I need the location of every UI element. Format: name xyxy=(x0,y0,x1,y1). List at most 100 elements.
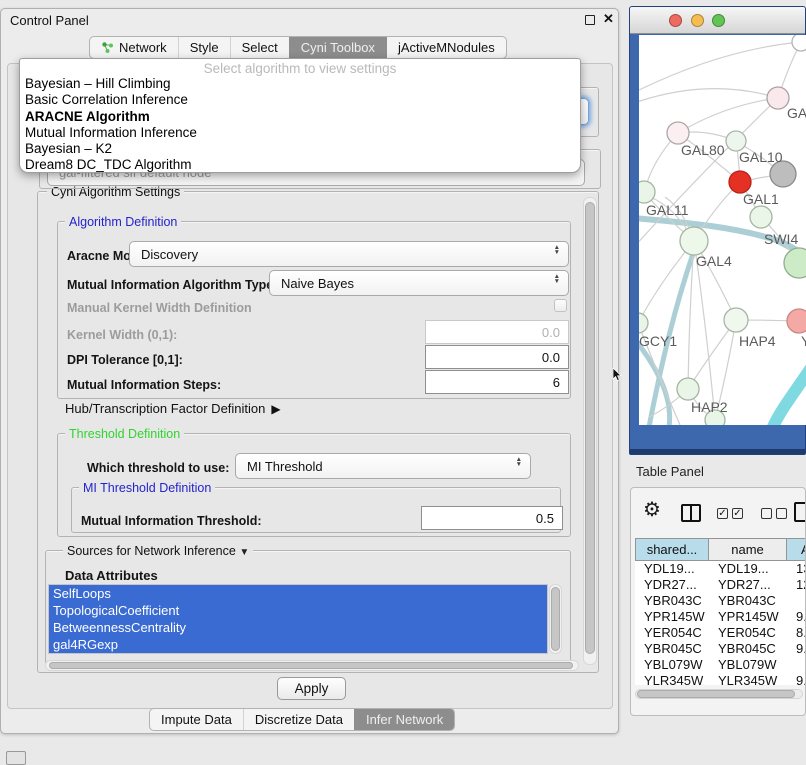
minimize-traffic-light[interactable] xyxy=(691,14,704,27)
table-row[interactable]: YDR27...YDR27...12 xyxy=(635,577,805,593)
tab-discretize-data[interactable]: Discretize Data xyxy=(243,709,354,730)
table-row[interactable]: YBR045CYBR045C9. xyxy=(635,641,805,657)
settings-hscrollbar-thumb[interactable] xyxy=(49,662,573,669)
columns-icon[interactable] xyxy=(681,504,701,522)
which-threshold-label: Which threshold to use: xyxy=(87,461,229,475)
table-cell: YLR345W xyxy=(709,673,787,685)
network-node-label: GAL xyxy=(787,105,806,121)
attr-list-scrollbar-thumb[interactable] xyxy=(551,587,560,651)
window-title: Control Panel xyxy=(10,13,89,28)
tab-impute-data[interactable]: Impute Data xyxy=(150,709,243,730)
network-node[interactable] xyxy=(784,248,806,278)
tab-infer-network[interactable]: Infer Network xyxy=(354,709,454,730)
table-cell: YDR27... xyxy=(709,577,787,593)
algorithm-option[interactable]: ARACNE Algorithm xyxy=(20,109,580,125)
table-header-row: shared... name A xyxy=(635,538,805,561)
hub-definition-expander[interactable]: Hub/Transcription Factor Definition▶ xyxy=(65,401,281,416)
network-node[interactable] xyxy=(724,308,748,332)
table-cell: 9. xyxy=(787,641,805,657)
network-node-label: HAP4 xyxy=(739,333,776,349)
settings-hscrollbar-track[interactable] xyxy=(45,660,579,671)
column-header-name[interactable]: name xyxy=(709,538,787,561)
network-node-label: GAL10 xyxy=(739,149,783,165)
data-attribute-item[interactable]: gal4RGexp xyxy=(49,636,547,653)
table-row[interactable]: YBR043CYBR043C xyxy=(635,593,805,609)
tab-select[interactable]: Select xyxy=(230,37,289,58)
kernel-width-field[interactable]: 0.0 xyxy=(425,320,569,344)
mi-steps-field[interactable]: 6 xyxy=(425,370,569,394)
algorithm-option[interactable]: Mutual Information Inference xyxy=(20,125,580,141)
manual-kernel-width-checkbox[interactable] xyxy=(554,299,567,312)
column-header-partial[interactable]: A xyxy=(787,538,805,561)
mi-algorithm-type-combo[interactable]: Naive Bayes ▲▼ xyxy=(269,270,569,296)
select-all-checks-icon[interactable]: ✓✓ xyxy=(717,508,743,519)
table-row[interactable]: YDL19...YDL19...13 xyxy=(635,561,805,577)
network-node[interactable] xyxy=(639,181,655,203)
deselect-all-checks-icon[interactable] xyxy=(761,508,787,519)
network-graph: GALGAL80GAL10GAL1GAL11SWI4GAL4GCY1HAP4YH… xyxy=(639,35,806,425)
network-node[interactable] xyxy=(677,378,699,400)
tab-jactivemnodules[interactable]: jActiveMNodules xyxy=(386,37,506,58)
tab-style[interactable]: Style xyxy=(178,37,230,58)
function-builder-icon[interactable] xyxy=(794,502,806,522)
dpi-tolerance-label: DPI Tolerance [0,1]: xyxy=(67,353,183,367)
algorithm-option[interactable]: Bayesian – Hill Climbing xyxy=(20,76,580,92)
table-row[interactable]: YPR145WYPR145W9. xyxy=(635,609,805,625)
table-cell: YBR045C xyxy=(709,641,787,657)
apply-button[interactable]: Apply xyxy=(277,677,346,700)
node-table: shared... name A YDL19...YDL19...13YDR27… xyxy=(635,538,805,685)
network-node[interactable] xyxy=(767,87,789,109)
attr-list-scrollbar-track[interactable] xyxy=(549,584,562,654)
table-row[interactable]: YBL079WYBL079W xyxy=(635,657,805,673)
combo-arrows-icon: ▲▼ xyxy=(554,245,560,255)
network-node-label: GAL80 xyxy=(681,142,725,158)
table-cell: 13 xyxy=(787,561,805,577)
zoom-traffic-light[interactable] xyxy=(712,14,725,27)
dock-button[interactable] xyxy=(6,751,26,765)
close-traffic-light[interactable] xyxy=(669,14,682,27)
dpi-tolerance-field[interactable]: 0.0 xyxy=(425,345,569,369)
sources-legend: Sources for Network Inference ▼ xyxy=(63,544,253,558)
network-node[interactable] xyxy=(750,206,772,228)
network-node[interactable] xyxy=(726,131,746,151)
table-hscrollbar-track[interactable] xyxy=(635,689,803,699)
top-tabbar: Network Style Select Cyni Toolbox jActiv… xyxy=(89,36,507,59)
network-canvas[interactable]: GALGAL80GAL10GAL1GAL11SWI4GAL4GCY1HAP4YH… xyxy=(639,35,806,425)
algorithm-option[interactable]: Dream8 DC_TDC Algorithm xyxy=(20,157,580,173)
kernel-width-label: Kernel Width (0,1): xyxy=(67,328,177,342)
tab-cyni-toolbox[interactable]: Cyni Toolbox xyxy=(289,37,386,58)
expand-right-icon[interactable]: ▶ xyxy=(271,402,280,416)
settings-scrollbar-thumb[interactable] xyxy=(585,202,595,654)
table-hscrollbar-thumb[interactable] xyxy=(637,690,795,698)
network-node[interactable] xyxy=(667,122,689,144)
column-header-shared-name[interactable]: shared... xyxy=(635,538,709,561)
network-node[interactable] xyxy=(792,35,806,51)
which-threshold-combo[interactable]: MI Threshold ▲▼ xyxy=(235,453,531,479)
tab-network[interactable]: Network xyxy=(90,37,178,58)
table-row[interactable]: YLR345WYLR345W9. xyxy=(635,673,805,685)
mi-threshold-field[interactable]: 0.5 xyxy=(421,506,563,530)
algorithm-option[interactable]: Bayesian – K2 xyxy=(20,141,580,157)
bottom-tabbar: Impute Data Discretize Data Infer Networ… xyxy=(149,708,455,731)
close-icon[interactable]: ✕ xyxy=(603,11,614,27)
data-attribute-item[interactable]: TopologicalCoefficient xyxy=(49,602,547,619)
network-node[interactable] xyxy=(639,313,648,333)
collapse-down-icon[interactable]: ▼ xyxy=(239,547,249,558)
data-attributes-list[interactable]: SelfLoopsTopologicalCoefficientBetweenne… xyxy=(48,584,548,654)
settings-scrollbar-track[interactable] xyxy=(583,197,597,665)
table-cell: YBL079W xyxy=(635,657,709,673)
data-attribute-item[interactable]: BetweennessCentrality xyxy=(49,619,547,636)
algorithm-option[interactable]: Basic Correlation Inference xyxy=(20,92,580,108)
mi-steps-label: Mutual Information Steps: xyxy=(67,378,221,392)
network-edge xyxy=(639,42,801,90)
network-node[interactable] xyxy=(787,309,806,333)
network-node[interactable] xyxy=(680,227,708,255)
network-node[interactable] xyxy=(729,171,751,193)
gear-icon[interactable]: ⚙ xyxy=(643,500,661,520)
data-attribute-item[interactable]: SelfLoops xyxy=(49,585,547,602)
aracne-mode-combo[interactable]: Discovery ▲▼ xyxy=(129,241,569,267)
float-window-icon[interactable] xyxy=(585,15,595,25)
table-cell: 9. xyxy=(787,609,805,625)
network-node-label: GAL4 xyxy=(696,253,732,269)
table-row[interactable]: YER054CYER054C8. xyxy=(635,625,805,641)
